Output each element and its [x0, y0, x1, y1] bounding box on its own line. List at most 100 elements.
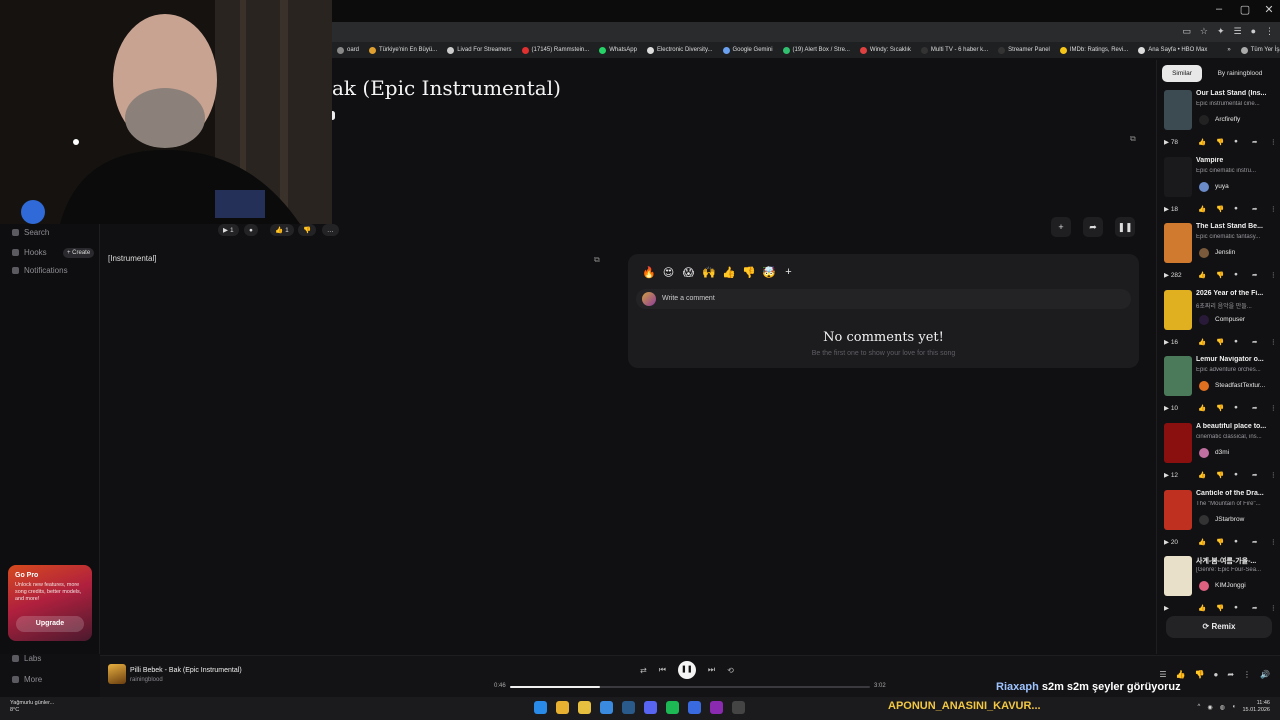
thumbs-down-icon[interactable]: 👎	[1216, 338, 1224, 346]
comment-icon[interactable]: ●	[1234, 138, 1238, 145]
more-icon[interactable]: ⋮	[1270, 138, 1277, 146]
reaction-button[interactable]: 🔥	[642, 266, 656, 279]
more-icon[interactable]: ⋮	[1270, 404, 1277, 412]
similar-song-artist[interactable]: KIMJonggi	[1215, 582, 1277, 589]
like-button[interactable]: 👍 1	[270, 224, 294, 236]
artist-avatar[interactable]	[1199, 115, 1209, 125]
song-thumbnail[interactable]	[1164, 90, 1192, 130]
queue-icon[interactable]: ☰	[1159, 670, 1166, 679]
similar-song-artist[interactable]: Arcfirefly	[1215, 116, 1277, 123]
copy-icon[interactable]: ⧉	[1130, 134, 1136, 144]
share-icon[interactable]: ➦	[1252, 404, 1257, 412]
thumbs-up-icon[interactable]: 👍	[1198, 538, 1206, 546]
bookmark-item[interactable]: IMDb: Ratings, Revi...	[1055, 42, 1133, 58]
thumbs-up-icon[interactable]: 👍	[1198, 205, 1206, 213]
file-explorer-icon[interactable]	[578, 701, 591, 714]
similar-song-artist[interactable]: yuya	[1215, 183, 1277, 190]
reaction-button[interactable]: 👎	[742, 266, 756, 279]
network-icon[interactable]: ◍	[1220, 704, 1225, 711]
thumbs-up-icon[interactable]: 👍	[1198, 404, 1206, 412]
copy-lyrics-icon[interactable]: ⧉	[594, 255, 600, 265]
more-icon[interactable]: ⋮	[1243, 670, 1251, 679]
dislike-icon[interactable]: 👎	[1195, 670, 1205, 679]
share-icon[interactable]: ➦	[1252, 205, 1257, 213]
comment-icon[interactable]: ●	[1234, 538, 1238, 545]
thumbs-down-icon[interactable]: 👎	[1216, 205, 1224, 213]
bookmark-item[interactable]: Streamer Panel	[993, 42, 1055, 58]
like-icon[interactable]: 👍	[1176, 670, 1186, 679]
reaction-button[interactable]: 🤯	[762, 266, 776, 279]
now-playing-title[interactable]: Pilli Bebek - Bak (Epic Instrumental)	[130, 667, 242, 674]
share-icon[interactable]: ➦	[1252, 338, 1257, 346]
chrome-icon[interactable]	[556, 701, 569, 714]
progress-bar[interactable]	[510, 686, 870, 688]
nav-notifications[interactable]: Notifications	[12, 266, 68, 275]
nav-search[interactable]: Search	[12, 228, 49, 237]
similar-song-artist[interactable]: SteadfastTextur...	[1215, 382, 1277, 389]
tab-similar[interactable]: Similar	[1162, 65, 1202, 82]
profile-icon[interactable]: ●	[1251, 26, 1256, 37]
thumbs-up-icon[interactable]: 👍	[1198, 338, 1206, 346]
bookmark-item[interactable]: Google Gemini	[718, 42, 778, 58]
comment-icon[interactable]: ●	[1213, 670, 1218, 679]
comment-icon[interactable]: ●	[1234, 604, 1238, 611]
thumbs-up-icon[interactable]: 👍	[1198, 138, 1206, 146]
comment-icon[interactable]: ●	[1234, 205, 1238, 212]
bookmark-item[interactable]: Multi TV - 6 haber k...	[916, 42, 993, 58]
thumbs-up-icon[interactable]: 👍	[1198, 271, 1206, 279]
pause-button[interactable]: ❚❚	[1115, 217, 1135, 237]
nav-more[interactable]: More	[12, 675, 42, 684]
minimize-icon[interactable]: –	[1206, 3, 1232, 19]
thumbs-down-icon[interactable]: 👎	[1216, 138, 1224, 146]
next-icon[interactable]: ⏭	[708, 665, 715, 675]
bookmark-item[interactable]: (19) Alert Box / Stre...	[778, 42, 855, 58]
bookmark-item[interactable]: Windy: Sıcaklık	[855, 42, 916, 58]
artist-avatar[interactable]	[1199, 514, 1209, 525]
artist-avatar[interactable]	[1199, 314, 1209, 325]
similar-song-artist[interactable]: Compuser	[1215, 316, 1277, 323]
similar-song-item[interactable]: Lemur Navigator o... Epic adventure orche…	[1164, 356, 1277, 422]
address-bar[interactable]	[332, 22, 1280, 42]
share-icon[interactable]: ➦	[1252, 538, 1257, 546]
nav-hooks[interactable]: Hooks	[12, 248, 47, 257]
reaction-button[interactable]: +	[782, 266, 795, 279]
comment-icon[interactable]: ●	[1234, 271, 1238, 278]
share-icon[interactable]: ➦	[1252, 604, 1257, 612]
similar-song-item[interactable]: Our Last Stand (Ins... Epic instrumental …	[1164, 90, 1277, 156]
similar-song-artist[interactable]: Jenslin	[1215, 249, 1277, 256]
bookmark-item[interactable]: Livad For Streamers	[442, 42, 516, 58]
obs-icon[interactable]	[710, 701, 723, 714]
bookmark-item[interactable]: Tüm Yer İşaretleri	[1236, 42, 1280, 58]
song-thumbnail[interactable]	[1164, 423, 1192, 463]
extensions-icon[interactable]: ✦	[1217, 26, 1225, 37]
thumbs-up-icon[interactable]: 👍	[1198, 604, 1206, 612]
reaction-button[interactable]: 👍	[722, 266, 736, 279]
more-icon[interactable]: ⋮	[1270, 271, 1277, 279]
comment-input[interactable]: Write a comment	[636, 289, 1131, 309]
bookmark-item[interactable]: »	[1212, 42, 1235, 58]
more-icon[interactable]: ⋮	[1270, 538, 1277, 546]
similar-song-item[interactable]: 사계-봄-여름-가을-... [Genre: Epic Four-Sea... KI…	[1164, 556, 1277, 622]
artist-avatar[interactable]	[1199, 181, 1209, 192]
reaction-button[interactable]: 😍	[662, 266, 675, 279]
artist-avatar[interactable]	[1199, 448, 1209, 458]
nav-labs[interactable]: Labs	[12, 654, 41, 663]
upgrade-button[interactable]: Upgrade	[16, 616, 84, 632]
song-thumbnail[interactable]	[1164, 356, 1192, 397]
comment-button[interactable]: ●	[244, 224, 258, 236]
bookmark-item[interactable]: Ana Sayfa • HBO Max	[1133, 42, 1212, 58]
thumbs-up-icon[interactable]: 👍	[1198, 471, 1206, 479]
thumbs-down-icon[interactable]: 👎	[1216, 538, 1224, 546]
repeat-icon[interactable]: ⟲	[727, 666, 734, 675]
more-icon[interactable]: ⋮	[1270, 205, 1277, 213]
similar-song-item[interactable]: Vampire Epic cinematic instru... yuya ▶ 18 👍…	[1164, 156, 1277, 223]
shuffle-icon[interactable]: ⇄	[640, 666, 647, 675]
mic-icon[interactable]: ◉	[1207, 704, 1212, 711]
comment-icon[interactable]: ●	[1234, 338, 1238, 345]
play-pause-button[interactable]: ❚❚	[677, 661, 696, 679]
menu-icon[interactable]: ⋮	[1265, 26, 1274, 37]
clock[interactable]: 11:46 15.01.2026	[1242, 700, 1270, 714]
similar-song-item[interactable]: 2026 Year of the Fi... 6초짜리 음악을 만들... Comp…	[1164, 289, 1277, 356]
add-to-playlist-button[interactable]: +	[1051, 217, 1071, 237]
song-thumbnail[interactable]	[1164, 489, 1192, 530]
